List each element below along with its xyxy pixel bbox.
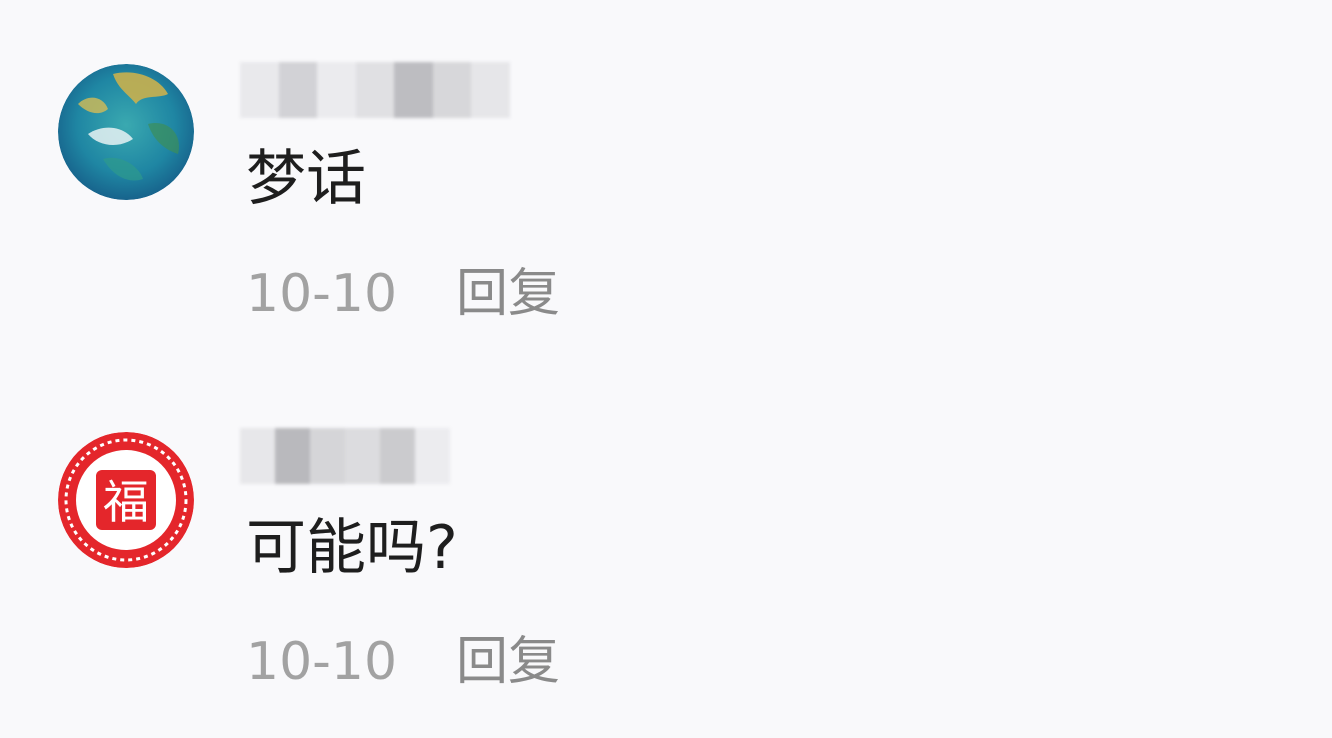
svg-text:福: 福 — [103, 475, 149, 529]
comment-meta: 10-10 回复 — [246, 264, 560, 324]
username-blurred — [240, 428, 450, 484]
comment-text: 可能吗? — [246, 513, 458, 583]
comment-meta: 10-10 回复 — [246, 632, 560, 692]
user-avatar[interactable] — [58, 64, 194, 200]
reply-button[interactable]: 回复 — [456, 632, 560, 692]
reply-button[interactable]: 回复 — [456, 264, 560, 324]
user-avatar[interactable]: 福 — [58, 432, 194, 568]
username-blurred — [240, 62, 511, 118]
comment-date: 10-10 — [246, 632, 398, 692]
comment-text: 梦话 — [246, 144, 366, 214]
fu-character-avatar-icon: 福 — [58, 432, 194, 568]
globe-avatar-icon — [58, 64, 194, 200]
comment-date: 10-10 — [246, 264, 398, 324]
